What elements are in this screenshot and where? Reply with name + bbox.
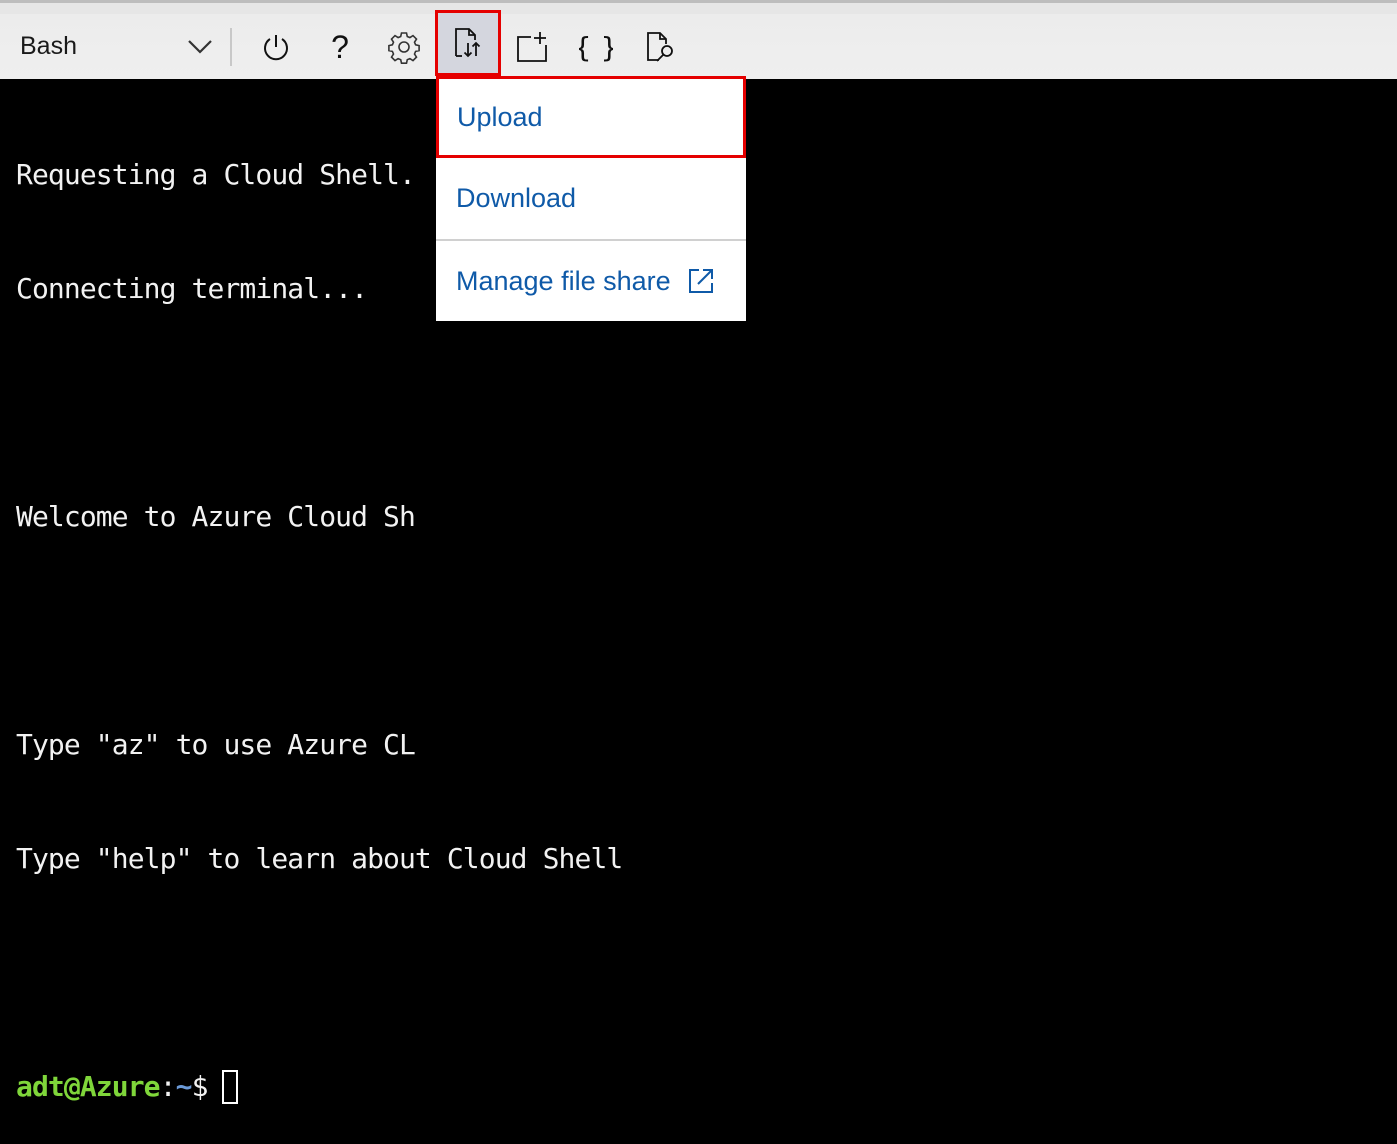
menu-item-upload[interactable]: Upload xyxy=(436,76,746,158)
window-top-edge xyxy=(0,0,1397,14)
prompt-colon: : xyxy=(159,1070,177,1103)
web-preview-button[interactable] xyxy=(630,14,690,79)
upload-download-button[interactable] xyxy=(435,10,501,76)
menu-item-label: Manage file share xyxy=(456,265,671,296)
prompt-path: ~ xyxy=(175,1070,193,1103)
terminal-line-empty xyxy=(16,954,622,992)
new-session-icon xyxy=(517,31,547,62)
menu-item-label: Upload xyxy=(457,101,543,132)
menu-item-label: Download xyxy=(456,182,577,213)
restart-button[interactable] xyxy=(246,14,306,79)
shell-type-value: Bash xyxy=(20,31,77,60)
svg-text:?: ? xyxy=(331,30,349,64)
svg-text:{ }: { } xyxy=(579,31,613,64)
settings-button[interactable] xyxy=(374,14,434,79)
prompt-user: adt@Azure xyxy=(16,1070,161,1103)
file-transfer-menu: Upload Download Manage file share xyxy=(436,76,746,321)
question-icon: ? xyxy=(331,30,349,64)
braces-icon: { } xyxy=(579,31,613,64)
terminal-cursor[interactable] xyxy=(221,1070,238,1104)
menu-item-download[interactable]: Download xyxy=(436,158,746,238)
power-icon xyxy=(264,34,288,60)
external-link-icon xyxy=(688,269,713,293)
terminal-line: Type "az" to use Azure CL xyxy=(16,728,416,761)
file-transfer-icon xyxy=(455,28,481,58)
gear-icon xyxy=(388,31,420,64)
new-session-button[interactable] xyxy=(502,14,562,79)
terminal-line: Type "help" to learn about Cloud Shell xyxy=(16,842,623,875)
chevron-down-icon xyxy=(188,40,212,54)
menu-item-manage-file-share[interactable]: Manage file share xyxy=(436,241,746,321)
editor-button[interactable]: { } xyxy=(566,14,626,79)
help-button[interactable]: ? xyxy=(310,14,370,79)
toolbar-divider xyxy=(230,28,232,66)
cloud-shell-toolbar: Bash ? xyxy=(0,10,1397,79)
shell-type-dropdown[interactable]: Bash xyxy=(10,24,215,68)
prompt-symbol: $ xyxy=(191,1070,209,1103)
prompt-line: adt@Azure:~$ xyxy=(16,1068,622,1106)
terminal-line: Welcome to Azure Cloud Sh xyxy=(16,500,416,533)
file-search-icon xyxy=(647,31,673,62)
